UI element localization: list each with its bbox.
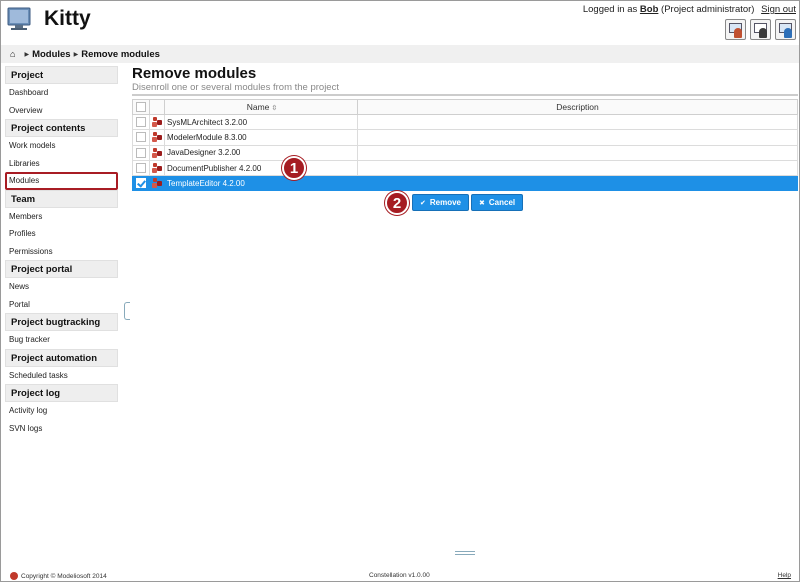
footer: Copyright © Modeliosoft 2014 Constellati…	[0, 570, 800, 582]
table-header-row: Name ⇳ Description	[132, 99, 798, 115]
home-icon[interactable]: ⌂	[10, 49, 15, 59]
row-checkbox-checked[interactable]	[136, 178, 146, 189]
user-role: (Project administrator)	[661, 4, 755, 15]
login-status: Logged in as Bob (Project administrator)…	[583, 4, 796, 15]
sidebar-section-project-automation: Project automation	[5, 348, 118, 367]
sidebar-item-scheduled-tasks[interactable]: Scheduled tasks	[5, 367, 118, 385]
sidebar-section-project-contents: Project contents	[5, 119, 118, 137]
header: Kitty Logged in as Bob (Project administ…	[0, 0, 800, 45]
table-row-selected[interactable]: TemplateEditor 4.2.00	[132, 175, 798, 192]
sidebar-item-members[interactable]: Members	[5, 208, 118, 226]
main-content: Remove modules Disenroll one or several …	[132, 63, 798, 211]
sidebar-item-profiles[interactable]: Profiles	[5, 225, 118, 243]
module-icon	[152, 178, 162, 189]
user-link[interactable]: Bob	[640, 4, 658, 15]
modules-table: Name ⇳ Description SysMLArchitect 3.2.00 …	[132, 99, 798, 192]
breadcrumb-item-current: Remove modules	[81, 48, 160, 60]
select-all-header[interactable]	[132, 99, 150, 115]
module-name: ModelerModule 8.3.00	[164, 129, 358, 146]
module-name: TemplateEditor 4.2.00	[164, 175, 358, 192]
module-description	[357, 113, 798, 131]
header-icon-bar	[725, 19, 796, 40]
user-profile-icon[interactable]	[750, 19, 771, 40]
sidebar-section-team: Team	[5, 189, 118, 208]
page-title: Remove modules	[132, 65, 257, 82]
sidebar: Project Dashboard Overview Project conte…	[5, 66, 118, 437]
help-link[interactable]: Help	[778, 572, 791, 579]
version-label: Constellation v1.0.00	[369, 572, 430, 579]
sidebar-item-modules[interactable]: Modules	[5, 172, 118, 190]
module-name: SysMLArchitect 3.2.00	[164, 113, 358, 131]
admin-settings-icon[interactable]	[775, 19, 796, 40]
table-row[interactable]: JavaDesigner 3.2.00	[132, 144, 798, 161]
login-prefix: Logged in as	[582, 4, 638, 15]
row-checkbox[interactable]	[136, 117, 146, 128]
sidebar-item-activity-log[interactable]: Activity log	[5, 402, 118, 420]
close-icon: ✖	[479, 199, 485, 207]
sidebar-collapse-handle[interactable]	[124, 302, 130, 320]
action-buttons: ✔ Remove ✖ Cancel	[412, 194, 524, 211]
module-name: JavaDesigner 3.2.00	[164, 144, 358, 161]
page-subtitle: Disenroll one or several modules from th…	[132, 82, 798, 96]
row-checkbox[interactable]	[136, 147, 146, 158]
app-logo-icon	[7, 7, 31, 30]
step-badge-2: 2	[385, 191, 409, 215]
sidebar-item-svn-logs[interactable]: SVN logs	[5, 420, 118, 438]
name-column-header[interactable]: Name ⇳	[164, 99, 358, 115]
sidebar-section-project: Project	[5, 66, 118, 84]
module-description	[357, 159, 798, 177]
description-column-header[interactable]: Description	[357, 99, 798, 115]
module-icon	[152, 117, 162, 128]
sidebar-item-overview[interactable]: Overview	[5, 102, 118, 120]
check-icon: ✔	[420, 199, 426, 207]
module-icon	[152, 147, 162, 158]
sidebar-item-news[interactable]: News	[5, 278, 118, 296]
icon-column-header	[149, 99, 165, 115]
sidebar-section-project-bugtracking: Project bugtracking	[5, 313, 118, 331]
row-checkbox[interactable]	[136, 132, 146, 143]
sign-out-link[interactable]: Sign out	[761, 4, 796, 15]
bottom-panel-handle[interactable]	[455, 551, 475, 555]
breadcrumb-item-modules[interactable]: Modules	[32, 49, 71, 60]
app-title: Kitty	[44, 7, 91, 30]
sidebar-item-permissions[interactable]: Permissions	[5, 243, 118, 261]
module-icon	[152, 132, 162, 143]
module-name: DocumentPublisher 4.2.00	[164, 159, 358, 177]
remove-button[interactable]: ✔ Remove	[412, 194, 469, 211]
company-logo-icon	[10, 572, 18, 580]
sidebar-item-dashboard[interactable]: Dashboard	[5, 84, 118, 102]
table-row[interactable]: DocumentPublisher 4.2.00	[132, 159, 798, 177]
select-all-checkbox[interactable]	[136, 102, 146, 112]
sidebar-item-portal[interactable]: Portal	[5, 296, 118, 314]
module-description	[357, 129, 798, 146]
table-row[interactable]: ModelerModule 8.3.00	[132, 129, 798, 146]
table-row[interactable]: SysMLArchitect 3.2.00	[132, 113, 798, 131]
copyright: Copyright © Modeliosoft 2014	[10, 572, 107, 580]
breadcrumb-separator-icon: ▶	[24, 51, 30, 58]
workspace-icon[interactable]	[725, 19, 746, 40]
sidebar-item-libraries[interactable]: Libraries	[5, 155, 118, 173]
sidebar-item-work-models[interactable]: Work models	[5, 137, 118, 155]
sort-icon[interactable]: ⇳	[271, 105, 277, 112]
module-icon	[152, 163, 162, 174]
sidebar-item-bug-tracker[interactable]: Bug tracker	[5, 331, 118, 349]
breadcrumb: ⌂ ▶ Modules ▶ Remove modules	[1, 45, 799, 63]
module-description	[357, 175, 798, 192]
breadcrumb-separator-icon: ▶	[73, 51, 79, 58]
module-description	[357, 144, 798, 161]
sidebar-section-project-portal: Project portal	[5, 260, 118, 278]
row-checkbox[interactable]	[136, 163, 146, 174]
sidebar-section-project-log: Project log	[5, 384, 118, 402]
cancel-button[interactable]: ✖ Cancel	[471, 194, 524, 211]
step-badge-1: 1	[282, 156, 306, 180]
